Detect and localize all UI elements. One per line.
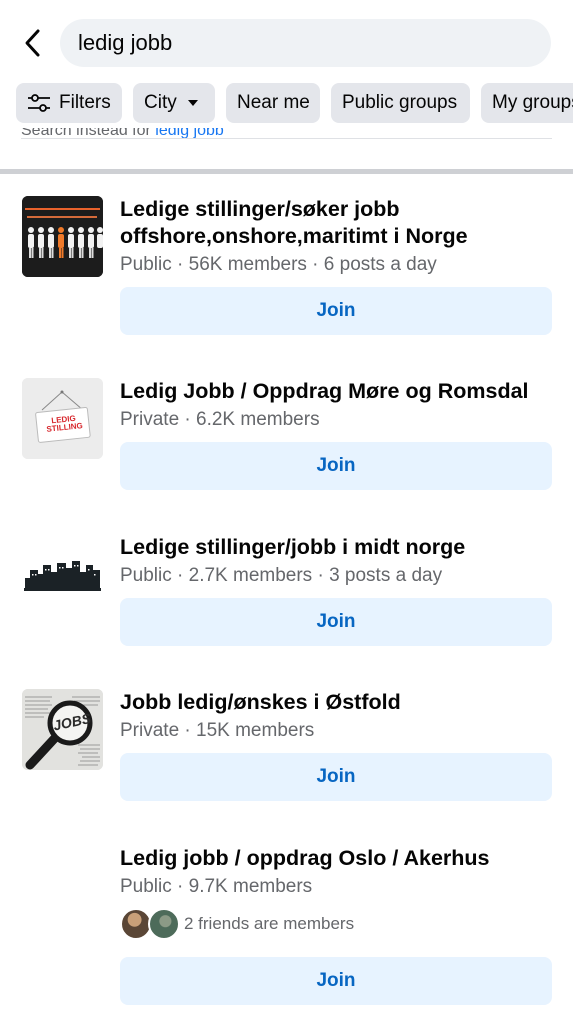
join-button[interactable]: Join — [120, 442, 552, 490]
divider — [21, 138, 552, 139]
search-input[interactable]: ledig jobb — [60, 19, 551, 67]
top-bar: ledig jobb — [0, 0, 573, 72]
group-meta: Public · 56K members · 6 posts a day — [120, 254, 437, 275]
section-divider — [0, 169, 573, 174]
group-meta: Public · 9.7K members — [120, 876, 313, 897]
sliders-icon — [28, 94, 50, 112]
group-name[interactable]: Jobb ledig/ønskes i Østfold — [120, 689, 560, 716]
city-skyline-icon — [22, 534, 103, 615]
people-silhouettes-icon — [22, 196, 103, 277]
chevron-left-icon — [25, 29, 40, 57]
near-me-chip[interactable]: Near me — [226, 83, 320, 123]
my-groups-chip-label: My groups — [492, 92, 573, 113]
friends-members-row: 2 friends are members — [120, 908, 354, 940]
group-name[interactable]: Ledige stillinger/søker jobb offshore,on… — [120, 196, 560, 250]
public-groups-chip-label: Public groups — [342, 92, 458, 113]
filters-chip[interactable]: Filters — [16, 83, 122, 123]
search-input-value: ledig jobb — [78, 30, 173, 55]
join-button[interactable]: Join — [120, 287, 552, 335]
public-groups-chip[interactable]: Public groups — [331, 83, 470, 123]
filter-chips: Filters City Near me Public groups My gr… — [0, 83, 573, 123]
group-cover-image — [22, 845, 103, 926]
filters-chip-label: Filters — [59, 92, 111, 113]
join-button[interactable]: Join — [120, 753, 552, 801]
friends-members-text: 2 friends are members — [184, 914, 355, 933]
group-meta: Private · 6.2K members — [120, 409, 320, 430]
near-me-chip-label: Near me — [237, 92, 310, 113]
friend-avatar — [148, 908, 180, 940]
group-name[interactable]: Ledige stillinger/jobb i midt norge — [120, 534, 560, 561]
group-cover-image: JOBS — [22, 689, 103, 770]
search-instead-row[interactable]: Search instead for ledig jobb — [21, 128, 561, 144]
group-name[interactable]: Ledig Jobb / Oppdrag Møre og Romsdal — [120, 378, 560, 405]
join-button[interactable]: Join — [120, 957, 552, 1005]
join-button[interactable]: Join — [120, 598, 552, 646]
group-meta: Public · 2.7K members · 3 posts a day — [120, 565, 443, 586]
group-name[interactable]: Ledig jobb / oppdrag Oslo / Akerhus — [120, 845, 560, 872]
group-meta: Private · 15K members — [120, 720, 315, 741]
my-groups-chip[interactable]: My groups — [481, 83, 573, 123]
group-cover-image — [22, 534, 103, 615]
group-cover-image — [22, 196, 103, 277]
caret-down-icon — [187, 100, 198, 106]
city-chip[interactable]: City — [133, 83, 215, 123]
back-button[interactable] — [16, 26, 50, 60]
city-chip-label: City — [144, 92, 177, 113]
group-cover-image: LEDIG STILLING — [22, 378, 103, 459]
